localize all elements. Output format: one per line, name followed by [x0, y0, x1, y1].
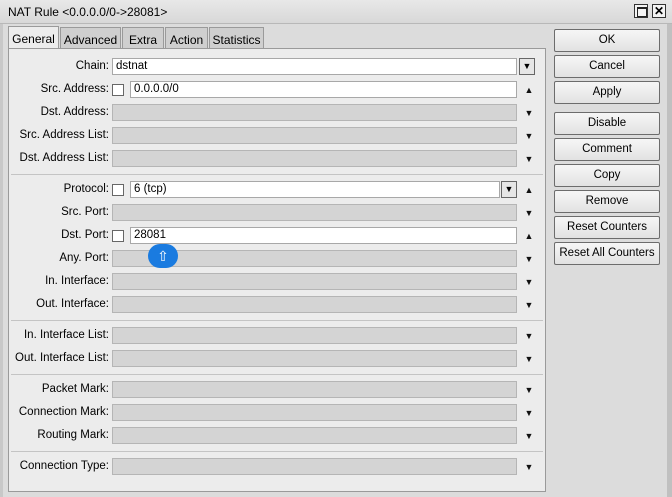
in-interface-list-row: In. Interface List: ▼	[9, 327, 545, 345]
any-port-label: Any. Port:	[59, 252, 109, 264]
any-port-row: Any. Port: ▼	[9, 250, 545, 268]
section-divider	[11, 451, 543, 452]
dst-port-negate-checkbox[interactable]	[112, 230, 124, 242]
apply-button[interactable]: Apply	[554, 81, 660, 104]
in-interface-list-expand-icon[interactable]: ▼	[523, 330, 535, 342]
tab-general[interactable]: General	[8, 26, 59, 49]
src-port-row: Src. Port: ▼	[9, 204, 545, 222]
connection-mark-field[interactable]	[112, 404, 517, 421]
dst-address-list-label: Dst. Address List:	[19, 152, 109, 164]
dst-port-label: Dst. Port:	[61, 229, 109, 241]
section-divider	[11, 320, 543, 321]
src-address-collapse-icon[interactable]: ▲	[523, 84, 535, 96]
protocol-collapse-icon[interactable]: ▲	[523, 184, 535, 196]
out-interface-list-row: Out. Interface List: ▼	[9, 350, 545, 368]
dst-address-list-field[interactable]	[112, 150, 517, 167]
tab-statistics[interactable]: Statistics	[209, 27, 264, 49]
maximize-icon[interactable]	[634, 4, 648, 18]
src-address-list-row: Src. Address List: ▼	[9, 127, 545, 145]
dst-address-label: Dst. Address:	[40, 106, 109, 118]
in-interface-label: In. Interface:	[45, 275, 109, 287]
close-icon[interactable]: ✕	[652, 4, 666, 18]
packet-mark-label: Packet Mark:	[41, 383, 109, 395]
dst-port-field[interactable]: 28081	[130, 227, 517, 244]
routing-mark-expand-icon[interactable]: ▼	[523, 430, 535, 442]
dst-address-list-row: Dst. Address List: ▼	[9, 150, 545, 168]
protocol-row: Protocol: 6 (tcp) ▼ ▲	[9, 181, 545, 199]
src-address-negate-checkbox[interactable]	[112, 84, 124, 96]
connection-type-label: Connection Type:	[19, 460, 109, 472]
src-address-list-label: Src. Address List:	[19, 129, 109, 141]
protocol-dropdown-icon[interactable]: ▼	[501, 181, 517, 198]
connection-type-row: Connection Type: ▼	[9, 458, 545, 476]
src-address-list-field[interactable]	[112, 127, 517, 144]
protocol-label: Protocol:	[63, 183, 109, 195]
src-port-label: Src. Port:	[61, 206, 109, 218]
remove-button[interactable]: Remove	[554, 190, 660, 213]
cancel-button[interactable]: Cancel	[554, 55, 660, 78]
out-interface-field[interactable]	[112, 296, 517, 313]
out-interface-row: Out. Interface: ▼	[9, 296, 545, 314]
arrow-up-cursor-icon: ⇧	[148, 244, 178, 268]
connection-type-expand-icon[interactable]: ▼	[523, 461, 535, 473]
comment-button[interactable]: Comment	[554, 138, 660, 161]
routing-mark-label: Routing Mark:	[37, 429, 109, 441]
packet-mark-expand-icon[interactable]: ▼	[523, 384, 535, 396]
window-left-edge	[0, 24, 3, 497]
out-interface-list-label: Out. Interface List:	[15, 352, 109, 364]
in-interface-expand-icon[interactable]: ▼	[523, 276, 535, 288]
dst-address-row: Dst. Address: ▼	[9, 104, 545, 122]
routing-mark-row: Routing Mark: ▼	[9, 427, 545, 445]
in-interface-field[interactable]	[112, 273, 517, 290]
copy-button[interactable]: Copy	[554, 164, 660, 187]
out-interface-list-field[interactable]	[112, 350, 517, 367]
packet-mark-row: Packet Mark: ▼	[9, 381, 545, 399]
reset-all-counters-button[interactable]: Reset All Counters	[554, 242, 660, 265]
src-port-field[interactable]	[112, 204, 517, 221]
src-address-field[interactable]: 0.0.0.0/0	[130, 81, 517, 98]
connection-type-field[interactable]	[112, 458, 517, 475]
packet-mark-field[interactable]	[112, 381, 517, 398]
window-titlebar[interactable]: NAT Rule <0.0.0.0/0->28081> ✕	[0, 0, 672, 24]
general-panel: Chain: dstnat ▼ Src. Address: 0.0.0.0/0 …	[8, 48, 546, 492]
dst-address-expand-icon[interactable]: ▼	[523, 107, 535, 119]
connection-mark-row: Connection Mark: ▼	[9, 404, 545, 422]
src-port-expand-icon[interactable]: ▼	[523, 207, 535, 219]
in-interface-list-label: In. Interface List:	[23, 329, 109, 341]
out-interface-label: Out. Interface:	[36, 298, 109, 310]
tab-action[interactable]: Action	[165, 27, 208, 49]
chain-dropdown-icon[interactable]: ▼	[519, 58, 535, 75]
connection-mark-label: Connection Mark:	[18, 406, 109, 418]
any-port-expand-icon[interactable]: ▼	[523, 253, 535, 265]
dst-address-list-expand-icon[interactable]: ▼	[523, 153, 535, 165]
chain-row: Chain: dstnat ▼	[9, 58, 545, 76]
src-address-label: Src. Address:	[40, 83, 109, 95]
protocol-field[interactable]: 6 (tcp)	[130, 181, 500, 198]
connection-mark-expand-icon[interactable]: ▼	[523, 407, 535, 419]
ok-button[interactable]: OK	[554, 29, 660, 52]
section-divider	[11, 374, 543, 375]
protocol-negate-checkbox[interactable]	[112, 184, 124, 196]
tab-extra[interactable]: Extra	[122, 27, 164, 49]
section-divider	[11, 174, 543, 175]
out-interface-list-expand-icon[interactable]: ▼	[523, 353, 535, 365]
src-address-row: Src. Address: 0.0.0.0/0 ▲	[9, 81, 545, 99]
window-title: NAT Rule <0.0.0.0/0->28081>	[8, 5, 168, 19]
dst-port-row: Dst. Port: 28081 ▲	[9, 227, 545, 245]
disable-button[interactable]: Disable	[554, 112, 660, 135]
chain-field[interactable]: dstnat	[112, 58, 517, 75]
dst-port-collapse-icon[interactable]: ▲	[523, 230, 535, 242]
reset-counters-button[interactable]: Reset Counters	[554, 216, 660, 239]
in-interface-row: In. Interface: ▼	[9, 273, 545, 291]
tab-advanced[interactable]: Advanced	[60, 27, 121, 49]
window-right-edge	[667, 24, 672, 497]
routing-mark-field[interactable]	[112, 427, 517, 444]
src-address-list-expand-icon[interactable]: ▼	[523, 130, 535, 142]
in-interface-list-field[interactable]	[112, 327, 517, 344]
chain-label: Chain:	[75, 60, 109, 72]
dst-address-field[interactable]	[112, 104, 517, 121]
out-interface-expand-icon[interactable]: ▼	[523, 299, 535, 311]
